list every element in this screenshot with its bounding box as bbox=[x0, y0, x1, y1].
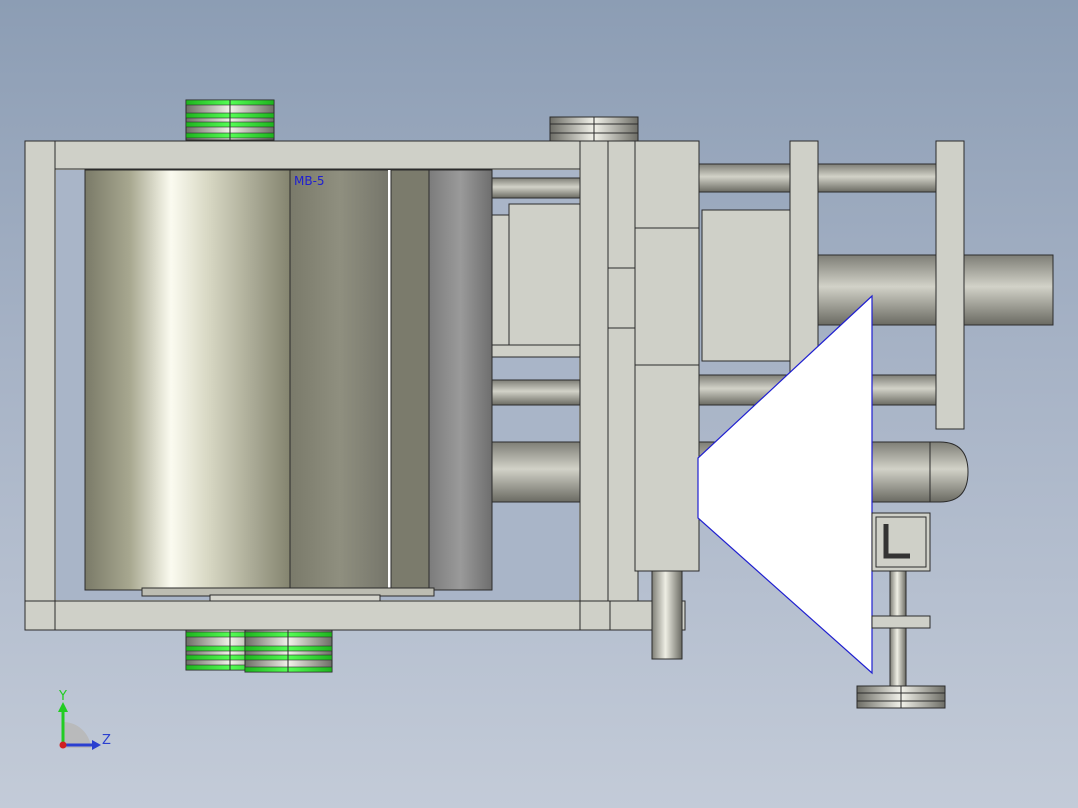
side-bracket[interactable] bbox=[871, 512, 931, 687]
gearbox[interactable] bbox=[701, 209, 791, 362]
vertical-plate-2[interactable] bbox=[935, 140, 965, 430]
interior-rod-top bbox=[491, 177, 581, 199]
top-green-pulley[interactable] bbox=[185, 99, 275, 141]
z-axis-arrow-icon bbox=[92, 740, 101, 750]
z-axis-label: Z bbox=[102, 733, 111, 748]
axis-triad[interactable]: Y Z bbox=[58, 689, 111, 750]
top-gray-pulley[interactable] bbox=[549, 116, 639, 143]
drum-assembly[interactable] bbox=[84, 169, 493, 602]
bottom-right-pulley[interactable] bbox=[856, 685, 946, 709]
motor-block[interactable] bbox=[491, 203, 581, 358]
cad-viewport[interactable]: MB-5 Y Z bbox=[0, 0, 1078, 808]
y-axis-label: Y bbox=[58, 689, 67, 704]
bottom-green-pulley-2[interactable] bbox=[244, 629, 333, 673]
origin-dot-icon bbox=[59, 741, 67, 749]
bottom-rail[interactable] bbox=[24, 600, 686, 631]
interior-rod-bottom bbox=[491, 441, 581, 503]
interior-rod-mid bbox=[491, 379, 581, 406]
part-label: MB-5 bbox=[294, 174, 325, 188]
